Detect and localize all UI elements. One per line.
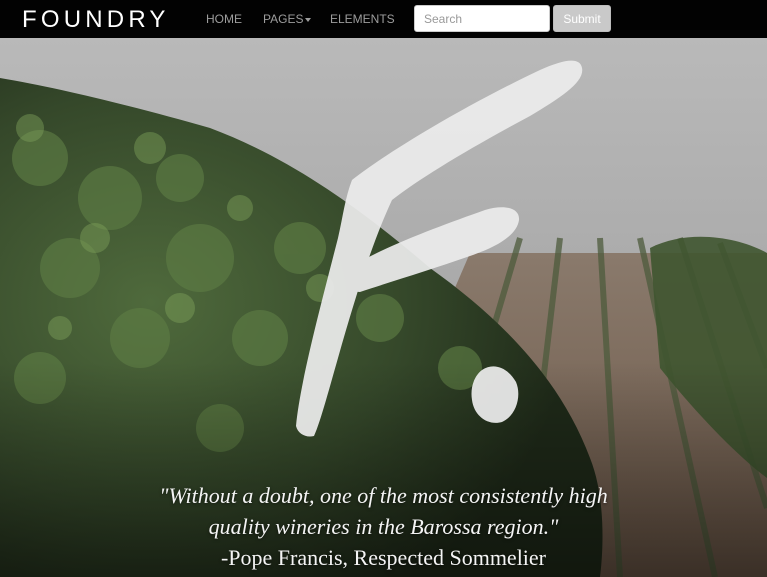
nav-link-pages[interactable]: PAGES	[263, 12, 312, 26]
nav-link-elements[interactable]: ELEMENTS	[330, 12, 395, 26]
quote-author: -Pope Francis, Respected Sommelier	[220, 545, 547, 570]
nav-link-home[interactable]: HOME	[206, 12, 242, 26]
search-input[interactable]	[414, 5, 550, 32]
caret-down-icon	[305, 17, 312, 22]
quote-text: "Without a doubt, one of the most consis…	[159, 483, 608, 539]
brand-logo[interactable]: FOUNDRY	[22, 7, 170, 33]
submit-button[interactable]: Submit	[553, 5, 611, 32]
nav-link-pages-label: PAGES	[263, 12, 304, 26]
top-navbar: FOUNDRY HOME PAGES ELEMENTS Submit	[0, 0, 767, 38]
testimonial-quote: "Without a doubt, one of the most consis…	[0, 480, 767, 573]
hero-section: "Without a doubt, one of the most consis…	[0, 38, 767, 577]
